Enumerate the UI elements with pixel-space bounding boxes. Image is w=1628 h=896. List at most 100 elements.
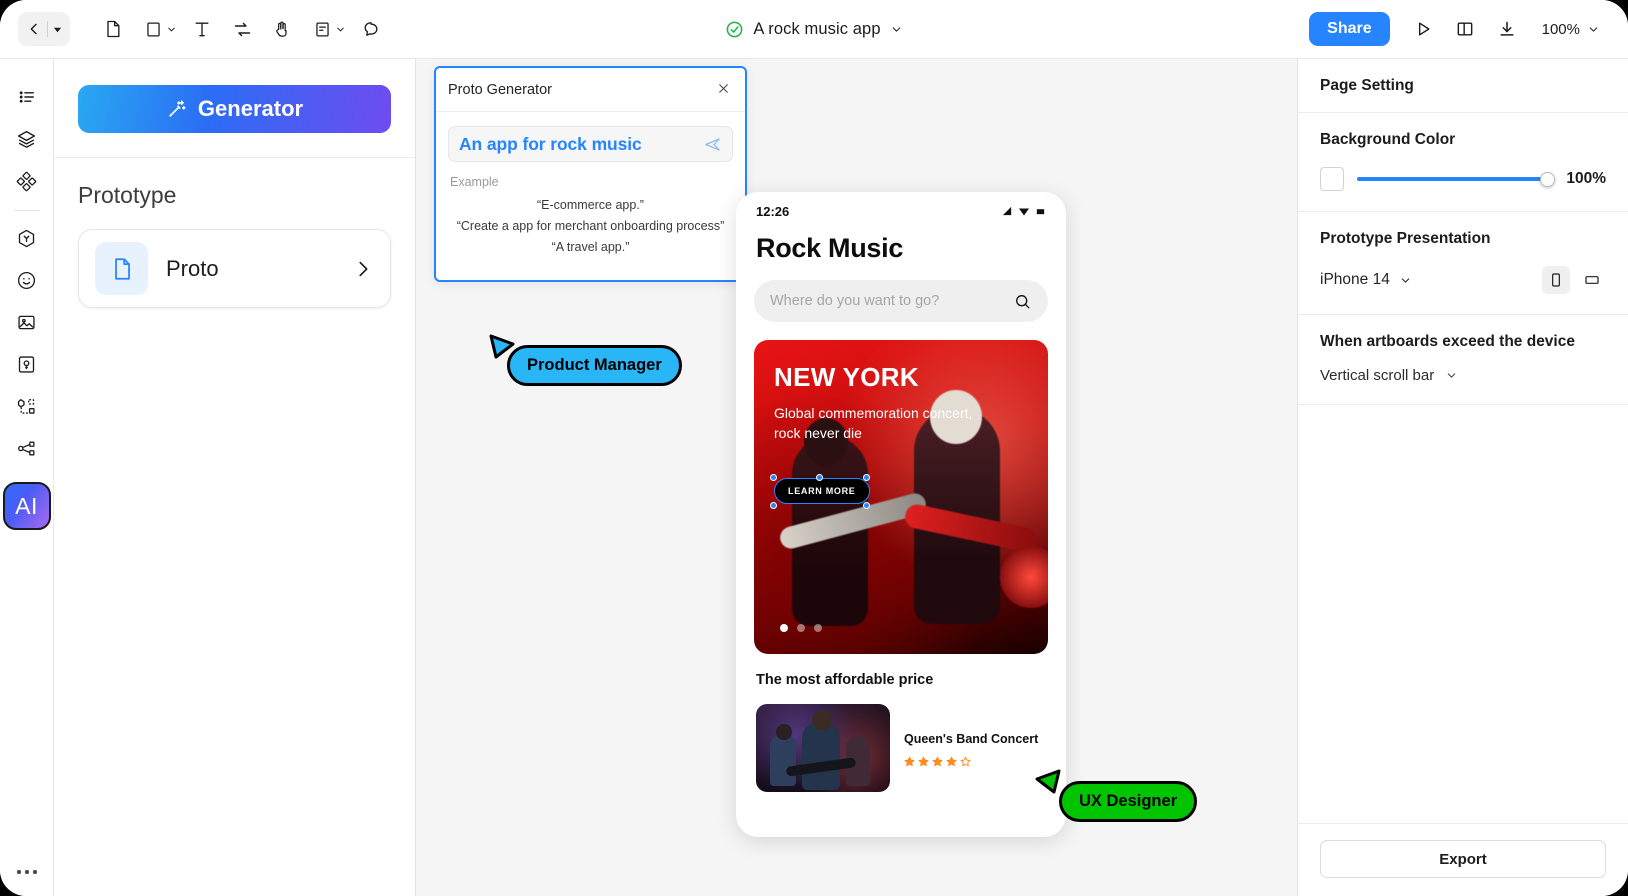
sidebar-item-share-node[interactable]	[7, 428, 47, 468]
phone-search-bar[interactable]: Where do you want to go?	[754, 280, 1048, 322]
sidebar-item-emoji[interactable]	[7, 260, 47, 300]
dot	[16, 870, 21, 874]
rail-more-button[interactable]	[16, 870, 37, 874]
chevron-down-icon[interactable]	[335, 24, 346, 35]
hero-text-group: NEW YORK Global commemoration concert, r…	[774, 362, 979, 443]
wifi-icon	[1018, 205, 1030, 217]
text-icon[interactable]	[183, 11, 221, 47]
star-empty-icon	[960, 756, 971, 767]
sidebar-item-widgets[interactable]	[7, 218, 47, 258]
magic-wand-icon	[166, 98, 188, 120]
overflow-value: Vertical scroll bar	[1320, 367, 1435, 384]
caret-down-icon[interactable]	[53, 25, 62, 34]
sidebar-item-components[interactable]	[7, 161, 47, 201]
learn-more-button[interactable]: LEARN MORE	[774, 478, 870, 504]
chevron-left-icon[interactable]	[26, 21, 42, 37]
connector-icon[interactable]	[223, 11, 261, 47]
overflow-label: When artboards exceed the device	[1320, 333, 1575, 350]
sidebar-item-asset[interactable]	[7, 344, 47, 384]
hero-banner[interactable]: NEW YORK Global commemoration concert, r…	[754, 340, 1048, 654]
divider	[13, 210, 40, 211]
selection-handle[interactable]	[863, 474, 870, 481]
app-window: A rock music app Share 100% AI Generator…	[0, 0, 1628, 896]
share-button[interactable]: Share	[1309, 12, 1390, 46]
carousel-dot-active[interactable]	[780, 624, 788, 632]
carousel-dots[interactable]	[780, 624, 822, 632]
device-row: iPhone 14	[1320, 266, 1606, 294]
landscape-icon[interactable]	[1578, 266, 1606, 294]
prototype-card-proto[interactable]: Proto	[78, 229, 391, 308]
sidebar-item-outline[interactable]	[7, 77, 47, 117]
star-filled-icon	[904, 756, 915, 767]
selection-handle[interactable]	[770, 474, 777, 481]
sidebar-item-layers[interactable]	[7, 119, 47, 159]
color-swatch[interactable]	[1320, 167, 1344, 191]
page-title[interactable]: A rock music app	[753, 20, 880, 39]
prompt-input[interactable]	[459, 133, 703, 155]
rectangle-tool-group[interactable]	[134, 11, 181, 47]
background-color-label: Background Color	[1320, 131, 1456, 148]
selection-handle[interactable]	[816, 474, 823, 481]
phone-section-title: The most affordable price	[756, 672, 934, 688]
back-button-group[interactable]	[18, 12, 70, 46]
frame-icon[interactable]	[94, 11, 132, 47]
send-icon[interactable]	[703, 135, 722, 154]
example-item: “Create a app for merchant onboarding pr…	[456, 219, 725, 233]
chevron-right-icon[interactable]	[352, 258, 374, 280]
carousel-dot[interactable]	[814, 624, 822, 632]
ai-button[interactable]: AI	[2, 482, 51, 530]
overflow-section: When artboards exceed the device Vertica…	[1298, 315, 1628, 405]
dialog-body: Example “E-commerce app.” “Create a app …	[436, 112, 745, 280]
close-icon[interactable]	[714, 79, 733, 101]
right-panel-footer: Export	[1298, 823, 1628, 896]
dot	[32, 870, 37, 874]
example-item: “A travel app.”	[551, 240, 630, 254]
dot	[24, 870, 29, 874]
device-select[interactable]: iPhone 14	[1320, 271, 1412, 289]
selection-handle[interactable]	[770, 502, 777, 509]
carousel-dot[interactable]	[797, 624, 805, 632]
opacity-slider[interactable]	[1357, 170, 1556, 188]
right-panel: Page Setting Background Color 100% Proto…	[1297, 59, 1628, 896]
chevron-down-icon[interactable]	[1445, 369, 1458, 382]
hand-icon[interactable]	[263, 11, 301, 47]
comment-icon[interactable]	[352, 11, 390, 47]
star-filled-icon	[932, 756, 943, 767]
cursor-label-product-manager: Product Manager	[507, 345, 682, 386]
overflow-select[interactable]: Vertical scroll bar	[1320, 367, 1606, 384]
note-tool-group[interactable]	[303, 11, 350, 47]
chevron-down-icon[interactable]	[890, 23, 903, 36]
dialog-header: Proto Generator	[436, 68, 745, 112]
play-icon[interactable]	[1404, 11, 1442, 47]
cursor-name: UX Designer	[1079, 792, 1178, 810]
item-title: Queen's Band Concert	[904, 731, 1039, 746]
chevron-down-icon[interactable]	[166, 24, 177, 35]
list-item[interactable]: Queen's Band Concert	[736, 688, 1066, 792]
canvas[interactable]: Proto Generator Example “E-commerce app.…	[416, 59, 1297, 896]
chevron-down-icon[interactable]	[1587, 23, 1600, 36]
portrait-icon[interactable]	[1542, 266, 1570, 294]
slider-knob[interactable]	[1540, 171, 1556, 187]
download-icon[interactable]	[1488, 11, 1526, 47]
file-icon	[95, 242, 148, 295]
generator-button[interactable]: Generator	[78, 85, 391, 133]
toolbar-right-group: Share 100%	[1309, 11, 1628, 47]
item-thumbnail	[756, 704, 890, 792]
phone-search-placeholder: Where do you want to go?	[770, 293, 940, 309]
right-panel-spacer	[1298, 405, 1628, 823]
chevron-down-icon[interactable]	[1399, 274, 1412, 287]
export-button[interactable]: Export	[1320, 840, 1606, 878]
zoom-control[interactable]: 100%	[1530, 15, 1608, 44]
selection-handle[interactable]	[863, 502, 870, 509]
battery-icon	[1035, 206, 1046, 217]
prompt-row[interactable]	[448, 126, 733, 162]
sidebar-item-image[interactable]	[7, 302, 47, 342]
sidebar-item-flow[interactable]	[7, 386, 47, 426]
left-panel: Generator Prototype Proto	[54, 59, 416, 896]
panel-layout-icon[interactable]	[1446, 11, 1484, 47]
phone-status-bar: 12:26	[736, 192, 1066, 226]
cursor-pointer-ux-designer	[1034, 768, 1062, 801]
phone-artboard[interactable]: 12:26 Rock Music Where do you want to go…	[736, 192, 1066, 837]
star-filled-icon	[946, 756, 957, 767]
search-icon[interactable]	[1013, 292, 1032, 311]
